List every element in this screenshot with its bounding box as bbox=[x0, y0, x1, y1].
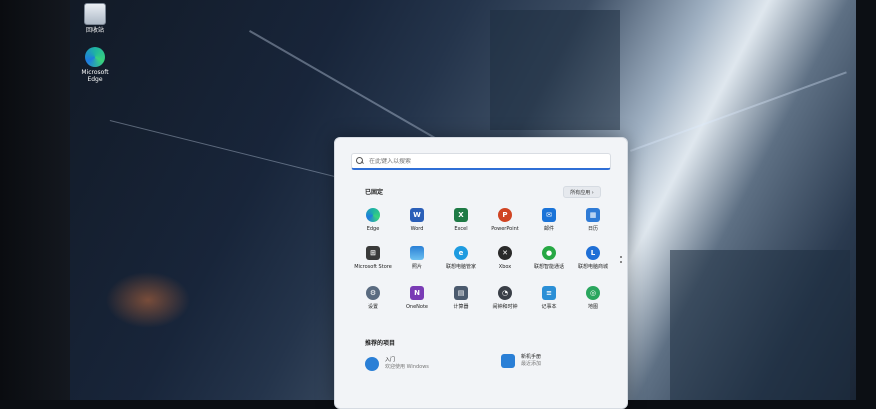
app-label: 日历 bbox=[587, 226, 598, 232]
excel-icon: X bbox=[454, 208, 468, 222]
pinned-app-xbox[interactable]: ✕ Xbox bbox=[483, 246, 527, 270]
pinned-app-word[interactable]: W Word bbox=[395, 208, 439, 232]
settings-icon: ⚙ bbox=[366, 286, 380, 300]
app-label: 联想电脑商城 bbox=[577, 264, 608, 270]
app-label: 闹钟和时钟 bbox=[492, 304, 518, 310]
mail-icon: ✉ bbox=[542, 208, 556, 222]
edge-icon bbox=[366, 208, 380, 222]
pinned-app-lenovo-manager[interactable]: e 联想电脑管家 bbox=[439, 246, 483, 270]
store-icon: ⊞ bbox=[366, 246, 380, 260]
app-label: 联想电脑管家 bbox=[445, 264, 476, 270]
app-label: Microsoft Store bbox=[354, 264, 392, 270]
get-started-icon bbox=[365, 357, 379, 371]
light-beam bbox=[630, 71, 847, 152]
recommended-item-get-started[interactable]: 入门 欢迎使用 Windows bbox=[365, 357, 429, 371]
app-label: Xbox bbox=[498, 264, 512, 270]
desktop-icon-label: Microsoft Edge bbox=[81, 69, 109, 83]
pinned-app-clock[interactable]: ◔ 闹钟和时钟 bbox=[483, 286, 527, 310]
maps-icon: ◎ bbox=[586, 286, 600, 300]
app-label: OneNote bbox=[405, 304, 429, 310]
pinned-app-excel[interactable]: X Excel bbox=[439, 208, 483, 232]
pinned-app-microsoft-store[interactable]: ⊞ Microsoft Store bbox=[351, 246, 395, 270]
pinned-app-notepad[interactable]: ≡ 记事本 bbox=[527, 286, 571, 310]
app-label: 联想智能通话 bbox=[533, 264, 564, 270]
lenovo-call-icon: ● bbox=[542, 246, 556, 260]
app-label: 邮件 bbox=[543, 226, 554, 232]
photos-icon bbox=[410, 246, 424, 260]
page-scroll-indicator[interactable] bbox=[620, 256, 622, 264]
manual-icon bbox=[501, 354, 515, 368]
app-label: Excel bbox=[454, 226, 468, 232]
onenote-icon: N bbox=[410, 286, 424, 300]
pinned-app-lenovo-store[interactable]: L 联想电脑商城 bbox=[571, 246, 615, 270]
desktop-icon-label: 回收站 bbox=[85, 27, 104, 34]
recommended-item-title: 新机手册 bbox=[521, 354, 542, 360]
lenovo-store-icon: L bbox=[586, 246, 600, 260]
wallpaper-panel bbox=[670, 250, 850, 400]
pinned-app-calculator[interactable]: ▤ 计算器 bbox=[439, 286, 483, 310]
pinned-app-photos[interactable]: 照片 bbox=[395, 246, 439, 270]
pinned-app-maps[interactable]: ◎ 地图 bbox=[571, 286, 615, 310]
wallpaper-panel bbox=[490, 10, 620, 130]
pinned-app-settings[interactable]: ⚙ 设置 bbox=[351, 286, 395, 310]
search-icon bbox=[356, 156, 365, 166]
desktop-icon-edge[interactable]: Microsoft Edge bbox=[73, 47, 117, 83]
clock-icon: ◔ bbox=[498, 286, 512, 300]
app-label: 计算器 bbox=[453, 304, 469, 310]
pinned-app-calendar[interactable]: ▦ 日历 bbox=[571, 208, 615, 232]
calendar-icon: ▦ bbox=[586, 208, 600, 222]
monitor-bezel-left bbox=[0, 0, 70, 400]
app-label: Edge bbox=[366, 226, 380, 232]
all-apps-button[interactable]: 所有应用 › bbox=[563, 186, 601, 198]
search-input[interactable] bbox=[369, 157, 589, 165]
pinned-app-lenovo-call[interactable]: ● 联想智能通话 bbox=[527, 246, 571, 270]
recommended-section-title: 推荐的项目 bbox=[365, 340, 396, 347]
pinned-section-title: 已固定 bbox=[365, 189, 384, 196]
search-box[interactable] bbox=[351, 153, 611, 170]
calculator-icon: ▤ bbox=[454, 286, 468, 300]
app-label: 照片 bbox=[411, 264, 422, 270]
pinned-app-onenote[interactable]: N OneNote bbox=[395, 286, 439, 310]
start-menu: 已固定 所有应用 › Edge W Word X Excel P PowerPo… bbox=[334, 137, 628, 409]
recommended-item-subtitle: 欢迎使用 Windows bbox=[385, 364, 429, 370]
lenovo-manager-icon: e bbox=[454, 246, 468, 260]
recommended-item-subtitle: 最近添加 bbox=[521, 361, 542, 367]
recommended-item-title: 入门 bbox=[385, 357, 396, 363]
app-label: 地图 bbox=[587, 304, 598, 310]
app-label: 设置 bbox=[367, 304, 378, 310]
desktop-icon-recycle-bin[interactable]: 回收站 bbox=[73, 3, 117, 34]
app-label: 记事本 bbox=[541, 304, 557, 310]
word-icon: W bbox=[410, 208, 424, 222]
notepad-icon: ≡ bbox=[542, 286, 556, 300]
pinned-app-edge[interactable]: Edge bbox=[351, 208, 395, 232]
app-label: PowerPoint bbox=[491, 226, 519, 232]
pinned-app-mail[interactable]: ✉ 邮件 bbox=[527, 208, 571, 232]
recommended-item-manual[interactable]: 新机手册 最近添加 bbox=[501, 354, 541, 368]
powerpoint-icon: P bbox=[498, 208, 512, 222]
edge-icon bbox=[85, 47, 105, 67]
monitor-bezel-right bbox=[856, 0, 876, 400]
xbox-icon: ✕ bbox=[498, 246, 512, 260]
app-label: Word bbox=[410, 226, 424, 232]
pinned-app-powerpoint[interactable]: P PowerPoint bbox=[483, 208, 527, 232]
recycle-bin-icon bbox=[84, 3, 106, 25]
